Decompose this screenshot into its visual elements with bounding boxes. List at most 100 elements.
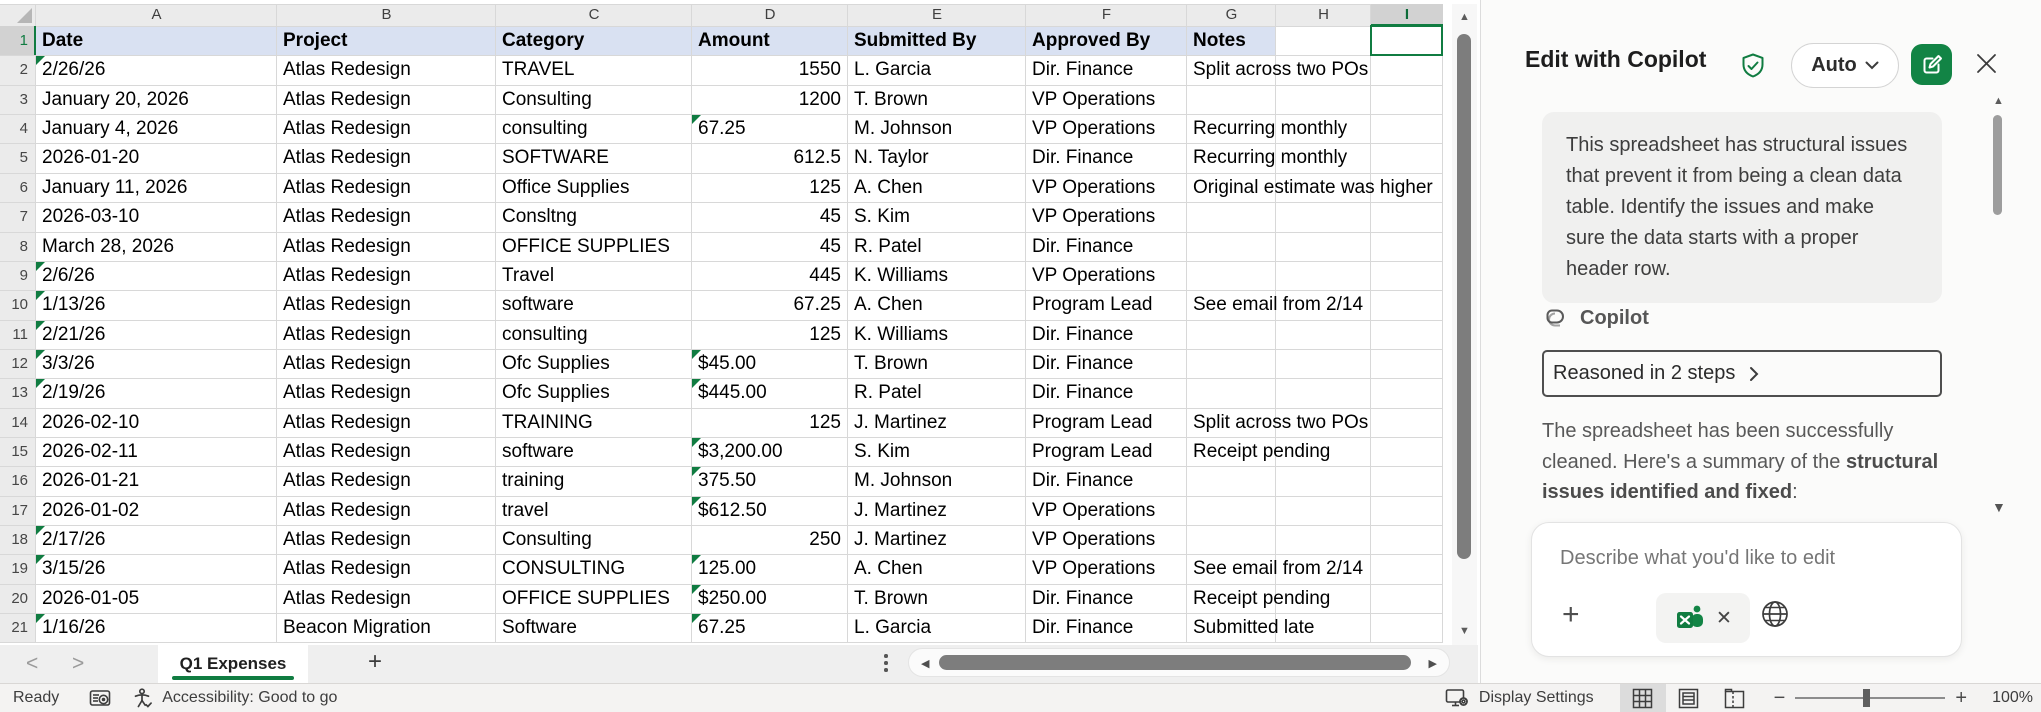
cell-C21[interactable]: Software [502,613,577,642]
vertical-scroll-thumb[interactable] [1457,34,1471,559]
cell-C6[interactable]: Office Supplies [502,173,629,202]
header-cell-E1[interactable]: Submitted By [854,26,976,55]
web-search-icon[interactable] [1760,599,1790,629]
row-header-3[interactable]: 3 [0,85,36,114]
cell-B9[interactable]: Atlas Redesign [283,261,411,290]
cell-E14[interactable]: J. Martinez [854,408,947,437]
cell-B19[interactable]: Atlas Redesign [283,554,411,583]
cell-B12[interactable]: Atlas Redesign [283,349,411,378]
scrollbar-resize-handle[interactable] [884,654,888,675]
row-header-14[interactable]: 14 [0,408,36,437]
new-edit-button[interactable] [1911,44,1952,85]
cell-B14[interactable]: Atlas Redesign [283,408,411,437]
cell-A13[interactable]: 2/19/26 [42,378,105,407]
cell-B8[interactable]: Atlas Redesign [283,232,411,261]
page-layout-view-button[interactable] [1666,684,1712,712]
cell-F3[interactable]: VP Operations [1032,85,1155,114]
cell-D8[interactable]: 45 [692,232,841,261]
cell-G5[interactable]: Recurring monthly [1193,143,1443,172]
cell-E5[interactable]: N. Taylor [854,143,929,172]
row-header-6[interactable]: 6 [0,173,36,202]
cell-A2[interactable]: 2/26/26 [42,55,105,84]
cell-A7[interactable]: 2026-03-10 [42,202,139,231]
cell-C10[interactable]: software [502,290,574,319]
page-break-preview-button[interactable] [1712,684,1758,712]
prev-sheet-button[interactable]: < [26,653,38,675]
cell-E18[interactable]: J. Martinez [854,525,947,554]
cell-E16[interactable]: M. Johnson [854,466,952,495]
cell-E13[interactable]: R. Patel [854,378,922,407]
cell-D7[interactable]: 45 [692,202,841,231]
cell-G10[interactable]: See email from 2/14 [1193,290,1443,319]
cell-G4[interactable]: Recurring monthly [1193,114,1443,143]
cell-D12[interactable]: $45.00 [698,349,756,378]
cell-F12[interactable]: Dir. Finance [1032,349,1133,378]
display-settings-label[interactable]: Display Settings [1479,689,1594,707]
cell-A17[interactable]: 2026-01-02 [42,496,139,525]
row-header-18[interactable]: 18 [0,525,36,554]
cell-D16[interactable]: 375.50 [698,466,756,495]
cell-D3[interactable]: 1200 [692,85,841,114]
cell-A12[interactable]: 3/3/26 [42,349,95,378]
cell-A3[interactable]: January 20, 2026 [42,85,189,114]
row-header-5[interactable]: 5 [0,143,36,172]
zoom-out-button[interactable]: − [1774,688,1786,708]
cell-C11[interactable]: consulting [502,320,588,349]
cell-B15[interactable]: Atlas Redesign [283,437,411,466]
cell-D15[interactable]: $3,200.00 [698,437,783,466]
cell-G21[interactable]: Submitted late [1193,613,1443,642]
cell-G6[interactable]: Original estimate was higher [1193,173,1443,202]
cell-E8[interactable]: R. Patel [854,232,922,261]
row-header-15[interactable]: 15 [0,437,36,466]
row-header-2[interactable]: 2 [0,55,36,84]
cell-B21[interactable]: Beacon Migration [283,613,431,642]
header-cell-C1[interactable]: Category [502,26,584,55]
cell-F7[interactable]: VP Operations [1032,202,1155,231]
column-header-E[interactable]: E [848,4,1026,26]
cell-C7[interactable]: Consltng [502,202,577,231]
cell-B2[interactable]: Atlas Redesign [283,55,411,84]
cell-F13[interactable]: Dir. Finance [1032,378,1133,407]
cell-E20[interactable]: T. Brown [854,584,928,613]
header-cell-D1[interactable]: Amount [698,26,770,55]
cell-D17[interactable]: $612.50 [698,496,767,525]
cell-G15[interactable]: Receipt pending [1193,437,1443,466]
cell-E11[interactable]: K. Williams [854,320,948,349]
close-icon[interactable] [1975,52,1998,75]
cell-A20[interactable]: 2026-01-05 [42,584,139,613]
cell-E10[interactable]: A. Chen [854,290,923,319]
cell-D2[interactable]: 1550 [692,55,841,84]
cell-C15[interactable]: software [502,437,574,466]
cell-D10[interactable]: 67.25 [692,290,841,319]
column-header-F[interactable]: F [1026,4,1187,26]
cell-C18[interactable]: Consulting [502,525,592,554]
row-header-9[interactable]: 9 [0,261,36,290]
cell-C19[interactable]: CONSULTING [502,554,625,583]
cell-A4[interactable]: January 4, 2026 [42,114,178,143]
cell-C17[interactable]: travel [502,496,548,525]
cell-F16[interactable]: Dir. Finance [1032,466,1133,495]
cell-B6[interactable]: Atlas Redesign [283,173,411,202]
cell-C16[interactable]: training [502,466,564,495]
cell-B11[interactable]: Atlas Redesign [283,320,411,349]
cell-F18[interactable]: VP Operations [1032,525,1155,554]
cell-A14[interactable]: 2026-02-10 [42,408,139,437]
scroll-left-icon[interactable]: ◀ [921,657,929,670]
cell-B16[interactable]: Atlas Redesign [283,466,411,495]
select-all-corner[interactable] [0,4,36,26]
column-header-G[interactable]: G [1187,4,1276,26]
cell-D21[interactable]: 67.25 [698,613,746,642]
cell-G2[interactable]: Split across two POs [1193,55,1443,84]
row-header-20[interactable]: 20 [0,584,36,613]
cell-E15[interactable]: S. Kim [854,437,910,466]
sheet-tab-q1-expenses[interactable]: Q1 Expenses [158,645,308,683]
cell-A5[interactable]: 2026-01-20 [42,143,139,172]
cell-E7[interactable]: S. Kim [854,202,910,231]
zoom-slider[interactable] [1795,689,1946,707]
cell-F5[interactable]: Dir. Finance [1032,143,1133,172]
cell-A10[interactable]: 1/13/26 [42,290,105,319]
row-header-11[interactable]: 11 [0,320,36,349]
cell-C2[interactable]: TRAVEL [502,55,575,84]
cell-C20[interactable]: OFFICE SUPPLIES [502,584,670,613]
cell-B7[interactable]: Atlas Redesign [283,202,411,231]
